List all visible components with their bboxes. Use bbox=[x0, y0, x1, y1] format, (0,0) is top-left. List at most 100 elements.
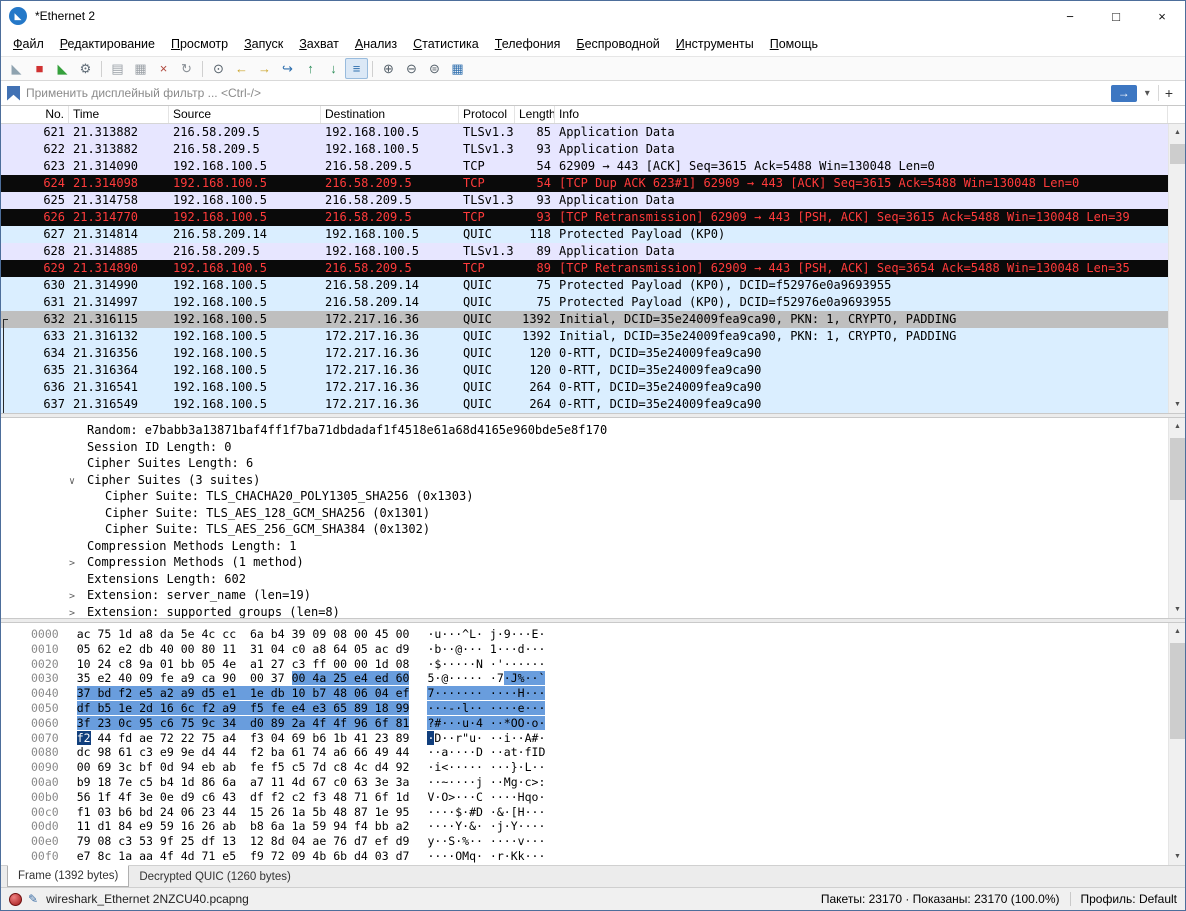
ascii-char[interactable]: · bbox=[476, 642, 483, 656]
ascii-char[interactable]: e bbox=[518, 701, 525, 715]
hex-byte[interactable]: 48 bbox=[333, 805, 347, 819]
hex-byte[interactable]: 56 bbox=[77, 790, 91, 804]
packet-row[interactable]: 63421.316356192.168.100.5172.217.16.36QU… bbox=[1, 345, 1168, 362]
hex-byte[interactable]: 6c bbox=[181, 701, 195, 715]
hex-byte[interactable]: 72 bbox=[271, 849, 285, 863]
hex-byte[interactable]: 81 bbox=[396, 716, 410, 730]
hex-byte[interactable]: 10 bbox=[292, 686, 306, 700]
hex-byte[interactable]: 34 bbox=[222, 716, 236, 730]
ascii-char[interactable]: · bbox=[504, 671, 511, 685]
hex-byte[interactable]: 67 bbox=[312, 775, 326, 789]
ascii-char[interactable]: · bbox=[504, 701, 511, 715]
ascii-char[interactable]: · bbox=[490, 805, 497, 819]
ascii-char[interactable]: · bbox=[511, 686, 518, 700]
hex-byte[interactable]: 1f bbox=[98, 790, 112, 804]
hex-byte[interactable]: 9c bbox=[201, 716, 215, 730]
hex-byte[interactable]: 75 bbox=[201, 731, 215, 745]
hex-byte[interactable]: 89 bbox=[396, 731, 410, 745]
hex-byte[interactable]: b4 bbox=[271, 627, 285, 641]
hex-byte[interactable]: 0e bbox=[160, 790, 174, 804]
hex-byte[interactable]: f2 bbox=[250, 745, 264, 759]
hex-byte[interactable]: db bbox=[139, 642, 153, 656]
hex-byte[interactable]: 1a bbox=[292, 819, 306, 833]
ascii-char[interactable]: H bbox=[518, 790, 525, 804]
hex-byte[interactable]: b6 bbox=[118, 805, 132, 819]
column-header-time[interactable]: Time bbox=[69, 106, 169, 123]
hex-byte[interactable]: bd bbox=[98, 686, 112, 700]
expand-arrow-icon[interactable]: > bbox=[69, 556, 87, 573]
hex-byte[interactable]: e4 bbox=[292, 701, 306, 715]
ascii-char[interactable]: · bbox=[538, 819, 545, 833]
hex-byte[interactable]: cc bbox=[222, 627, 236, 641]
hex-byte[interactable]: d4 bbox=[354, 849, 368, 863]
hex-byte[interactable]: 05 bbox=[77, 642, 91, 656]
ascii-char[interactable]: · bbox=[497, 760, 504, 774]
hex-byte[interactable]: e1 bbox=[222, 686, 236, 700]
ascii-char[interactable]: · bbox=[538, 627, 545, 641]
last-packet-icon[interactable]: ↓ bbox=[322, 58, 345, 79]
ascii-char[interactable]: · bbox=[518, 657, 525, 671]
ascii-char[interactable]: · bbox=[511, 790, 518, 804]
expert-info-icon[interactable] bbox=[9, 893, 22, 906]
hex-byte[interactable]: 40 bbox=[160, 642, 174, 656]
menu-edit[interactable]: Редактирование bbox=[52, 34, 163, 54]
hex-byte[interactable]: 1e bbox=[250, 686, 264, 700]
hex-row[interactable]: 0080dc 98 61 c3 e9 9e d4 44 f2 ba 61 74 … bbox=[1, 745, 1168, 760]
ascii-char[interactable]: a bbox=[504, 745, 511, 759]
expand-arrow-icon[interactable]: > bbox=[69, 606, 87, 619]
scroll-down-icon[interactable]: ▼ bbox=[1169, 601, 1185, 618]
hex-byte[interactable]: ae bbox=[139, 731, 153, 745]
hex-byte[interactable]: a8 bbox=[139, 627, 153, 641]
hex-byte[interactable]: 61 bbox=[292, 745, 306, 759]
packet-row[interactable]: 62721.314814216.58.209.14192.168.100.5QU… bbox=[1, 226, 1168, 243]
ascii-char[interactable]: · bbox=[525, 686, 532, 700]
packet-list-scrollbar[interactable]: ▲ ▼ bbox=[1168, 124, 1185, 413]
ascii-char[interactable]: · bbox=[504, 849, 511, 863]
hex-byte[interactable]: 09 bbox=[139, 671, 153, 685]
packet-row[interactable]: 63121.314997192.168.100.5216.58.209.14QU… bbox=[1, 294, 1168, 311]
hex-byte[interactable]: f9 bbox=[250, 849, 264, 863]
ascii-char[interactable]: · bbox=[469, 775, 476, 789]
go-forward-icon[interactable]: → bbox=[253, 58, 276, 79]
hex-row[interactable]: 00b056 1f 4f 3e 0e d9 c6 43 df f2 c2 f3 … bbox=[1, 790, 1168, 805]
menu-file[interactable]: Файл bbox=[5, 34, 52, 54]
ascii-char[interactable]: 9 bbox=[504, 627, 511, 641]
ascii-char[interactable]: L bbox=[469, 627, 476, 641]
packet-row[interactable]: 62821.314885216.58.209.5192.168.100.5TLS… bbox=[1, 243, 1168, 260]
hex-byte[interactable]: 4f bbox=[160, 849, 174, 863]
ascii-char[interactable]: · bbox=[476, 701, 483, 715]
hex-byte[interactable]: e3 bbox=[312, 701, 326, 715]
detail-line[interactable]: Random: e7babb3a13871baf4ff1f7ba71dbdada… bbox=[1, 422, 1168, 439]
hex-byte[interactable]: bb bbox=[181, 657, 195, 671]
ascii-char[interactable]: · bbox=[490, 657, 497, 671]
hex-byte[interactable]: c2 bbox=[292, 790, 306, 804]
menu-tools[interactable]: Инструменты bbox=[668, 34, 762, 54]
ascii-char[interactable]: · bbox=[476, 627, 483, 641]
ascii-char[interactable]: q bbox=[469, 849, 476, 863]
hex-byte[interactable]: 53 bbox=[139, 834, 153, 848]
ascii-char[interactable]: · bbox=[476, 760, 483, 774]
ascii-char[interactable]: · bbox=[476, 731, 483, 745]
ascii-char[interactable]: · bbox=[490, 849, 497, 863]
ascii-char[interactable]: Y bbox=[511, 819, 518, 833]
hex-byte[interactable]: 7d bbox=[312, 760, 326, 774]
scrollbar-thumb[interactable] bbox=[1170, 144, 1185, 164]
ascii-char[interactable]: } bbox=[511, 760, 518, 774]
hex-byte[interactable]: 25 bbox=[333, 671, 347, 685]
ascii-char[interactable]: : bbox=[538, 775, 545, 789]
hex-byte[interactable]: df bbox=[201, 834, 215, 848]
zoom-out-icon[interactable]: ⊖ bbox=[400, 58, 423, 79]
ascii-char[interactable]: · bbox=[538, 716, 545, 730]
ascii-char[interactable]: · bbox=[525, 805, 532, 819]
hex-byte[interactable]: 00 bbox=[333, 657, 347, 671]
hex-byte[interactable]: 4f bbox=[118, 790, 132, 804]
column-header-length[interactable]: Length bbox=[515, 106, 555, 123]
ascii-char[interactable]: · bbox=[490, 760, 497, 774]
ascii-char[interactable]: · bbox=[538, 834, 545, 848]
hex-byte[interactable]: da bbox=[160, 627, 174, 641]
ascii-char[interactable]: · bbox=[469, 745, 476, 759]
ascii-char[interactable]: j bbox=[490, 627, 497, 641]
hex-byte[interactable]: 3e bbox=[375, 775, 389, 789]
hex-byte[interactable]: f3 bbox=[250, 731, 264, 745]
menu-go[interactable]: Запуск bbox=[236, 34, 291, 54]
